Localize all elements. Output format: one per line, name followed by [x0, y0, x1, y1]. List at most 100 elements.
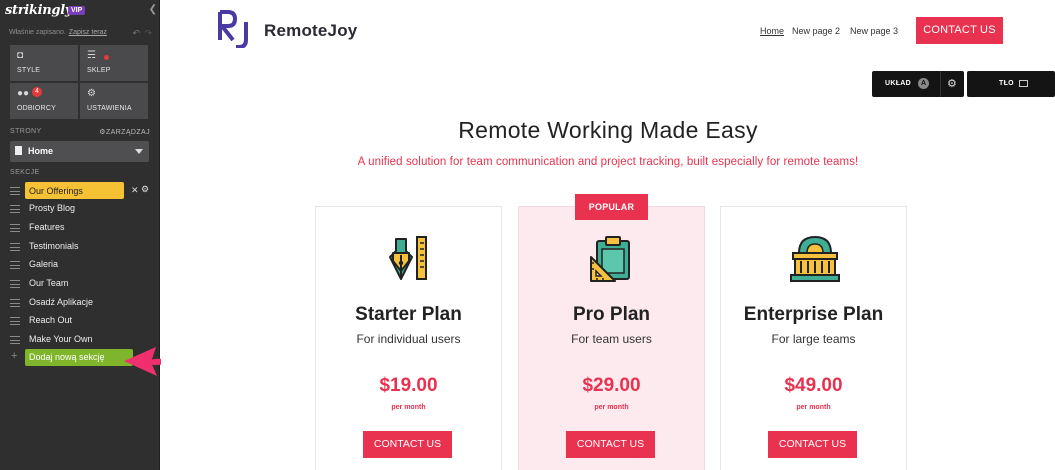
collapse-sidebar-icon[interactable]: ❮ [149, 4, 157, 15]
building-icon [790, 235, 840, 282]
drag-handle-icon[interactable] [10, 261, 20, 269]
plus-icon[interactable]: + [11, 350, 17, 362]
drag-handle-icon[interactable] [10, 224, 20, 232]
section-item-osadz-aplikacje[interactable]: Osadź Aplikacje [10, 294, 156, 312]
tile-audience[interactable]: ●● 4 ODBIORCY [10, 83, 78, 119]
layout-variant-badge: A [918, 78, 929, 89]
section-gear-icon[interactable]: ⚙ [947, 77, 957, 90]
section-settings-icon[interactable]: ⚙ [141, 184, 149, 195]
plan-title[interactable]: Starter Plan [316, 304, 501, 326]
layout-button[interactable]: UKŁAD A ⚙ [872, 71, 964, 97]
delete-section-icon[interactable]: ✕ [131, 185, 139, 196]
save-status: Właśnie zapisano. [9, 29, 66, 36]
drag-handle-icon[interactable] [10, 299, 20, 307]
plan-title[interactable]: Enterprise Plan [721, 304, 906, 326]
popular-badge: POPULAR [575, 194, 648, 220]
remotejoy-logo-mark [218, 10, 248, 48]
tile-style[interactable]: ◘ STYLE [10, 45, 78, 81]
section-subheadline[interactable]: A unified solution for team communicatio… [161, 156, 1055, 168]
plan-period[interactable]: per month [519, 404, 704, 411]
drag-handle-icon[interactable] [10, 317, 20, 325]
editor-sidebar: strikingly VIP ❮ Właśnie zapisano. Zapisz… [0, 0, 160, 470]
page-selector[interactable]: Home [10, 141, 149, 162]
section-item-features[interactable]: Features [10, 219, 156, 237]
section-label: Reach Out [29, 315, 73, 325]
pages-header: STRONY ⚙ZARZĄDZAJ [10, 128, 150, 136]
drag-handle-icon[interactable] [10, 187, 20, 195]
section-label: Galeria [29, 259, 59, 269]
tile-shop[interactable]: ☴ SKLEP [80, 45, 148, 81]
palette-icon: ◘ [17, 50, 24, 61]
document-icon [15, 146, 22, 155]
nav-link-page-3[interactable]: New page 3 [850, 26, 898, 36]
plan-price[interactable]: $19.00 [316, 375, 501, 397]
nav-link-page-2[interactable]: New page 2 [792, 26, 840, 36]
drag-handle-icon[interactable] [10, 280, 20, 288]
current-page-name: Home [28, 146, 54, 156]
plan-contact-button[interactable]: CONTACT US [566, 431, 655, 458]
plan-card-starter: Starter Plan For individual users $19.00… [315, 206, 502, 470]
sections-header: SEKCJE [10, 169, 40, 176]
drag-handle-icon[interactable] [10, 336, 20, 344]
plan-period[interactable]: per month [316, 404, 501, 411]
plan-subtitle[interactable]: For large teams [721, 332, 906, 346]
section-item-our-team[interactable]: Our Team [10, 275, 156, 293]
drag-handle-icon[interactable] [10, 243, 20, 251]
gear-icon: ⚙ [87, 88, 96, 99]
tile-label: USTAWIENIA [87, 105, 132, 112]
undo-icon[interactable]: ↶ [132, 28, 140, 39]
section-item-galeria[interactable]: Galeria [10, 256, 156, 274]
tile-label: STYLE [17, 67, 41, 74]
add-section-button[interactable]: Dodaj nową sekcję [25, 349, 133, 366]
redo-icon[interactable]: ↷ [144, 28, 152, 39]
plan-card-enterprise: Enterprise Plan For large teams $49.00 p… [720, 206, 907, 470]
plan-price[interactable]: $49.00 [721, 375, 906, 397]
plan-contact-button[interactable]: CONTACT US [363, 431, 452, 458]
site-preview: RemoteJoy Home New page 2 New page 3 CON… [161, 0, 1055, 470]
chevron-down-icon [135, 149, 143, 154]
plan-period[interactable]: per month [721, 404, 906, 411]
strikingly-logo: strikingly [5, 3, 73, 18]
save-now-link[interactable]: Zapisz teraz [69, 29, 107, 36]
people-icon: ●● [17, 88, 30, 99]
image-icon [1019, 80, 1028, 87]
pages-header-label: STRONY [10, 128, 42, 135]
site-logo-text[interactable]: RemoteJoy [264, 21, 357, 41]
nav-link-home[interactable]: Home [760, 26, 784, 36]
tile-label: ODBIORCY [17, 105, 56, 112]
basket-icon: ☴ [87, 50, 96, 61]
background-button[interactable]: TŁO [967, 71, 1055, 97]
section-item-our-offerings[interactable]: Our Offerings ✕ ⚙ [10, 182, 156, 200]
gear-icon: ⚙ [99, 129, 106, 136]
plan-subtitle[interactable]: For individual users [316, 332, 501, 346]
manage-label: ZARZĄDZAJ [105, 129, 150, 136]
sidebar-tiles: ◘ STYLE ☴ SKLEP ●● 4 ODBIORCY ⚙ USTAWIEN… [10, 45, 150, 119]
section-item-prosty-blog[interactable]: Prosty Blog [10, 200, 156, 218]
drafting-tools-icon [389, 236, 427, 280]
sidebar-header: strikingly VIP ❮ [5, 3, 157, 19]
header-contact-button[interactable]: CONTACT US [916, 17, 1003, 44]
section-label: Prosty Blog [29, 203, 76, 213]
audience-count-badge: 4 [32, 87, 42, 97]
save-status-row: Właśnie zapisano. Zapisz teraz ↶ ↷ [9, 28, 154, 39]
drag-handle-icon[interactable] [10, 205, 20, 213]
notification-dot [104, 55, 109, 60]
plan-title[interactable]: Pro Plan [519, 304, 704, 326]
section-item-testimonials[interactable]: Testimonials [10, 238, 156, 256]
plan-subtitle[interactable]: For team users [519, 332, 704, 346]
manage-pages-link[interactable]: ⚙ZARZĄDZAJ [99, 128, 150, 136]
plan-price[interactable]: $29.00 [519, 375, 704, 397]
section-label: Features [29, 222, 65, 232]
vip-badge: VIP [68, 6, 86, 15]
section-label: Our Team [29, 278, 69, 288]
background-label: TŁO [999, 80, 1014, 87]
tile-settings[interactable]: ⚙ USTAWIENIA [80, 83, 148, 119]
layout-label: UKŁAD [885, 80, 911, 87]
divider [940, 71, 941, 97]
section-item-reach-out[interactable]: Reach Out [10, 312, 156, 330]
section-headline[interactable]: Remote Working Made Easy [161, 117, 1055, 144]
plan-contact-button[interactable]: CONTACT US [768, 431, 857, 458]
tile-label: SKLEP [87, 67, 111, 74]
section-label: Osadź Aplikacje [29, 297, 94, 307]
section-label: Our Offerings [25, 182, 124, 199]
